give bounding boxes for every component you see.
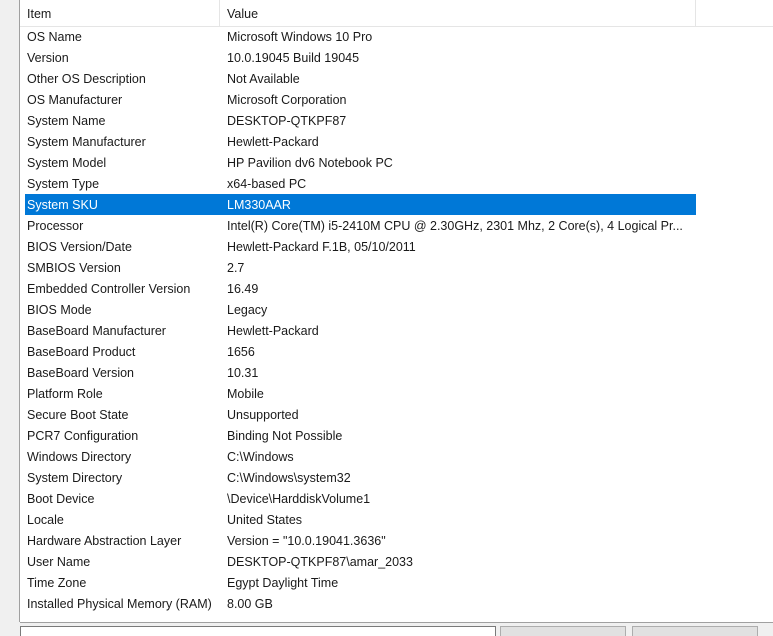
table-row[interactable]: BaseBoard Version 10.31 (20, 362, 773, 383)
row-value-cell: Legacy (227, 303, 268, 317)
row-value-cell: 8.00 GB (227, 597, 273, 611)
table-row[interactable]: Locale United States (20, 509, 773, 530)
table-row[interactable]: Installed Physical Memory (RAM) 8.00 GB (20, 593, 773, 614)
row-value-cell: 1656 (227, 345, 255, 359)
row-value-cell: Egypt Daylight Time (227, 576, 339, 590)
table-row[interactable]: User Name DESKTOP-QTKPF87\amar_2033 (20, 551, 773, 572)
list-header: Item Value (20, 0, 773, 27)
row-item-cell: PCR7 Configuration (27, 429, 139, 443)
row-item-cell: Hardware Abstraction Layer (27, 534, 182, 548)
row-value-cell: Hewlett-Packard (227, 324, 319, 338)
find-what-input[interactable] (20, 626, 496, 636)
column-divider[interactable] (219, 0, 220, 26)
row-value-cell: Mobile (227, 387, 264, 401)
row-item-cell: System Type (27, 177, 100, 191)
row-item-cell: Version (27, 51, 69, 65)
table-row[interactable]: Time Zone Egypt Daylight Time (20, 572, 773, 593)
row-value-cell: HP Pavilion dv6 Notebook PC (227, 156, 393, 170)
row-item-cell: Boot Device (27, 492, 95, 506)
column-divider[interactable] (695, 0, 696, 26)
row-item-cell: BaseBoard Product (27, 345, 136, 359)
row-item-cell: BIOS Version/Date (27, 240, 132, 254)
row-item-cell: Windows Directory (27, 450, 132, 464)
row-value-cell: Version = "10.0.19041.3636" (227, 534, 386, 548)
row-item-cell: Processor (27, 219, 84, 233)
table-row[interactable]: OS Manufacturer Microsoft Corporation (20, 89, 773, 110)
row-value-cell: \Device\HarddiskVolume1 (227, 492, 371, 506)
table-row[interactable]: System SKU LM330AAR (20, 194, 773, 215)
row-value-cell: LM330AAR (227, 198, 291, 212)
table-row[interactable]: OS Name Microsoft Windows 10 Pro (20, 26, 773, 47)
table-row[interactable]: BaseBoard Product 1656 (20, 341, 773, 362)
row-value-cell: C:\Windows\system32 (227, 471, 351, 485)
row-item-cell: System Model (27, 156, 107, 170)
row-item-cell: Locale (27, 513, 64, 527)
row-item-cell: Time Zone (27, 576, 87, 590)
row-value-cell: Not Available (227, 72, 300, 86)
table-row[interactable]: Boot Device \Device\HarddiskVolume1 (20, 488, 773, 509)
row-item-cell: System SKU (27, 198, 98, 212)
row-value-cell: DESKTOP-QTKPF87\amar_2033 (227, 555, 413, 569)
table-row[interactable]: PCR7 Configuration Binding Not Possible (20, 425, 773, 446)
table-row[interactable]: BIOS Mode Legacy (20, 299, 773, 320)
row-item-cell: System Directory (27, 471, 123, 485)
table-row[interactable]: System Manufacturer Hewlett-Packard (20, 131, 773, 152)
table-row[interactable]: Secure Boot State Unsupported (20, 404, 773, 425)
find-bar (0, 623, 773, 636)
row-item-cell: SMBIOS Version (27, 261, 121, 275)
row-item-cell: OS Name (27, 30, 82, 44)
table-row[interactable]: BaseBoard Manufacturer Hewlett-Packard (20, 320, 773, 341)
table-row[interactable]: Other OS Description Not Available (20, 68, 773, 89)
row-item-cell: System Manufacturer (27, 135, 146, 149)
table-row[interactable]: Version 10.0.19045 Build 19045 (20, 47, 773, 68)
row-value-cell: 16.49 (227, 282, 259, 296)
system-summary-list[interactable]: Item Value OS Name Microsoft Windows 10 P… (20, 0, 773, 623)
system-information-window: Item Value OS Name Microsoft Windows 10 P… (0, 0, 773, 636)
table-row[interactable]: System Directory C:\Windows\system32 (20, 467, 773, 488)
row-value-cell: Microsoft Windows 10 Pro (227, 30, 373, 44)
column-header-value[interactable]: Value (227, 0, 258, 26)
row-item-cell: Other OS Description (27, 72, 146, 86)
row-item-cell: Platform Role (27, 387, 103, 401)
table-row[interactable]: System Name DESKTOP-QTKPF87 (20, 110, 773, 131)
table-row[interactable]: BIOS Version/Date Hewlett-Packard F.1B, 0… (20, 236, 773, 257)
row-item-cell: Embedded Controller Version (27, 282, 191, 296)
row-value-cell: Binding Not Possible (227, 429, 343, 443)
row-value-cell: Hewlett-Packard F.1B, 05/10/2011 (227, 240, 416, 254)
table-row[interactable]: System Model HP Pavilion dv6 Notebook PC (20, 152, 773, 173)
table-row[interactable]: Platform Role Mobile (20, 383, 773, 404)
row-value-cell: Microsoft Corporation (227, 93, 347, 107)
row-value-cell: Hewlett-Packard (227, 135, 319, 149)
table-row[interactable]: Embedded Controller Version 16.49 (20, 278, 773, 299)
close-find-button[interactable] (632, 626, 758, 636)
list-rows: OS Name Microsoft Windows 10 Pro Version 10… (20, 26, 773, 614)
row-value-cell: Intel(R) Core(TM) i5-2410M CPU @ 2.30GHz… (227, 219, 683, 233)
row-item-cell: User Name (27, 555, 91, 569)
row-item-cell: Secure Boot State (27, 408, 129, 422)
row-item-cell: OS Manufacturer (27, 93, 123, 107)
table-row[interactable]: System Type x64-based PC (20, 173, 773, 194)
row-item-cell: BaseBoard Version (27, 366, 135, 380)
row-value-cell: United States (227, 513, 303, 527)
row-value-cell: DESKTOP-QTKPF87 (227, 114, 347, 128)
row-value-cell: x64-based PC (227, 177, 307, 191)
row-item-cell: BIOS Mode (27, 303, 92, 317)
column-header-item[interactable]: Item (27, 0, 51, 26)
find-button[interactable] (500, 626, 626, 636)
row-value-cell: 2.7 (227, 261, 245, 275)
row-value-cell: 10.0.19045 Build 19045 (227, 51, 360, 65)
category-tree-pane-edge (0, 0, 20, 622)
row-item-cell: BaseBoard Manufacturer (27, 324, 166, 338)
row-item-cell: System Name (27, 114, 106, 128)
row-value-cell: Unsupported (227, 408, 299, 422)
table-row[interactable]: Hardware Abstraction Layer Version = "10.… (20, 530, 773, 551)
table-row[interactable]: SMBIOS Version 2.7 (20, 257, 773, 278)
row-item-cell: Installed Physical Memory (RAM) (27, 597, 212, 611)
table-row[interactable]: Processor Intel(R) Core(TM) i5-2410M CPU … (20, 215, 773, 236)
table-row[interactable]: Windows Directory C:\Windows (20, 446, 773, 467)
row-value-cell: C:\Windows (227, 450, 294, 464)
row-value-cell: 10.31 (227, 366, 259, 380)
